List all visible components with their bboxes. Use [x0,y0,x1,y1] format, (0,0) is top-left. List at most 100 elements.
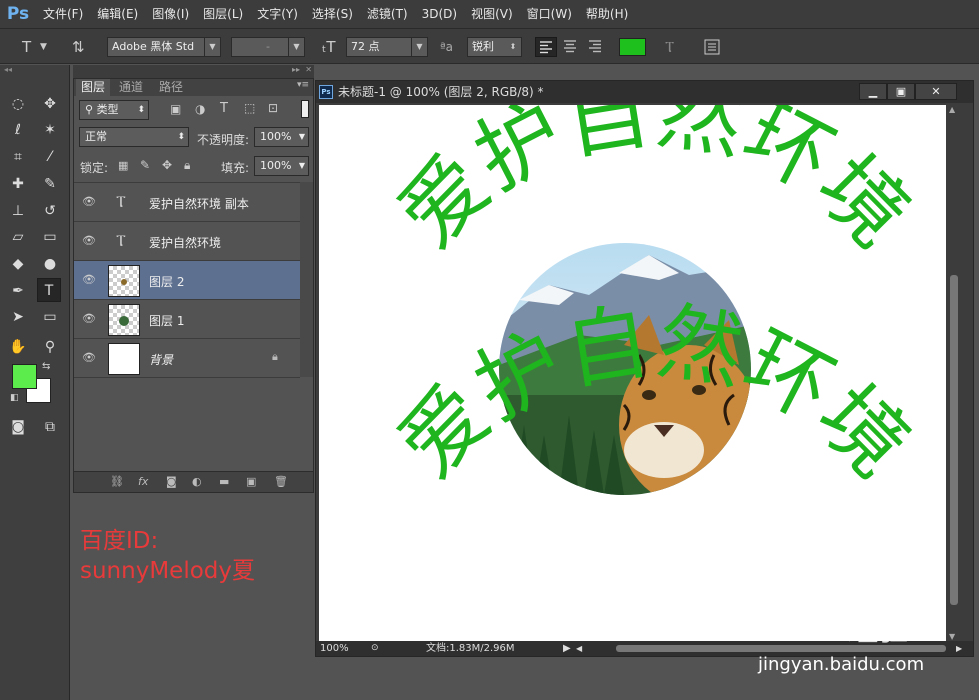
align-center-button[interactable] [560,37,582,57]
eyedropper-tool-icon[interactable]: ⁄ [38,145,62,169]
layer-row[interactable]: 👁︎ Ⲧ 爱护自然环境 副本 [74,183,300,222]
image-canvas[interactable]: 爱护自然环境 爱护自然环境 [319,105,946,641]
tab-layers[interactable]: 图层 [76,79,111,96]
layers-scrollbar[interactable] [300,182,313,377]
move-tool-icon[interactable]: ✥ [38,92,62,116]
menu-select[interactable]: 选择(S) [305,0,360,28]
lasso-tool-icon[interactable]: ℓ [6,118,30,142]
visibility-eye-icon[interactable]: 👁︎ [82,234,96,248]
lock-transparent-icon[interactable]: ▦ [118,159,128,172]
vertical-scrollbar[interactable]: ▲ ▼ [947,105,961,641]
menu-file[interactable]: 文件(F) [36,0,90,28]
brush-tool-icon[interactable]: ✎ [38,172,62,196]
text-color-swatch[interactable] [619,38,646,56]
magic-wand-tool-icon[interactable]: ✶ [38,118,62,142]
status-info-icon[interactable]: ⊙ [371,641,379,656]
eraser-tool-icon[interactable]: ▱ [6,225,30,249]
scroll-left-icon[interactable]: ◀ [576,641,582,656]
clone-stamp-tool-icon[interactable]: ⊥ [6,199,30,223]
minimize-button[interactable]: ▁ [859,83,887,100]
align-right-button[interactable] [585,37,607,57]
link-layers-icon[interactable]: ⛓ [110,475,124,488]
marquee-tool-icon[interactable]: ◌ [6,92,30,116]
zoom-tool-icon[interactable]: ⚲ [38,335,62,359]
font-family-select[interactable]: Adobe 黑体 Std ▼ [107,37,221,57]
filter-shape-icon[interactable]: ⬚ [244,101,255,115]
panel-menu-icon[interactable]: ▾≡ [297,80,309,90]
screen-mode-icon[interactable]: ⧉ [38,415,62,439]
rectangle-tool-icon[interactable]: ▭ [38,305,62,329]
close-panels-icon[interactable]: ✕ [305,65,312,74]
healing-brush-tool-icon[interactable]: ✚ [6,172,30,196]
menu-3d[interactable]: 3D(D) [415,0,464,28]
visibility-eye-icon[interactable]: 👁︎ [82,273,96,287]
zoom-level[interactable]: 100% [320,641,349,656]
layer-row[interactable]: 👁︎ 图层 1 [74,300,300,339]
filter-type-icon[interactable]: T [220,101,228,116]
menu-image[interactable]: 图像(I) [145,0,196,28]
dodge-tool-icon[interactable]: ● [38,252,62,276]
scroll-right-icon[interactable]: ▶ [956,641,962,656]
scroll-up-icon[interactable]: ▲ [949,105,955,114]
adjustment-layer-icon[interactable]: ◐ [192,475,202,488]
antialias-select[interactable]: 锐利 ⬍ [467,37,522,57]
type-tool-icon[interactable]: T [22,37,31,57]
lock-image-icon[interactable]: ✎ [140,158,150,172]
visibility-eye-icon[interactable]: 👁︎ [82,351,96,365]
pen-tool-icon[interactable]: ✒ [6,279,30,303]
menu-help[interactable]: 帮助(H) [579,0,635,28]
visibility-eye-icon[interactable]: 👁︎ [82,195,96,209]
layer-row[interactable]: 👁︎ 背景 🔒︎ [74,339,300,378]
default-colors-icon[interactable]: ◧ [10,393,19,403]
path-selection-tool-icon[interactable]: ➤ [6,305,30,329]
fill-input[interactable]: 100% ▼ [254,156,309,176]
font-style-select[interactable]: - ▼ [231,37,305,57]
layer-row-selected[interactable]: 👁︎ 图层 2 [74,261,300,300]
collapse-panels-icon[interactable]: ▸▸ [292,65,300,74]
layer-filter-select[interactable]: ⚲ 类型 ⬍ [79,100,149,120]
crop-tool-icon[interactable]: ⌗ [6,145,30,169]
menu-filter[interactable]: 滤镜(T) [360,0,415,28]
lock-position-icon[interactable]: ✥ [162,158,172,172]
new-group-icon[interactable]: ▬ [219,475,229,488]
menu-type[interactable]: 文字(Y) [250,0,305,28]
filter-adjustment-icon[interactable]: ◑ [195,102,205,116]
tab-channels[interactable]: 通道 [114,79,148,96]
toggle-orientation-icon[interactable]: ⇅ [72,37,85,57]
document-title-bar[interactable]: Ps 未标题-1 @ 100% (图层 2, RGB/8) * ▁ ▣ ✕ [316,81,973,103]
foreground-color-swatch[interactable] [12,364,37,389]
blend-mode-select[interactable]: 正常 ⬍ [79,127,189,147]
filter-pixel-icon[interactable]: ▣ [170,102,181,116]
history-brush-tool-icon[interactable]: ↺ [38,199,62,223]
new-layer-icon[interactable]: ▣ [246,475,256,488]
maximize-button[interactable]: ▣ [887,83,915,100]
close-button[interactable]: ✕ [915,83,957,100]
menu-view[interactable]: 视图(V) [464,0,520,28]
lock-all-icon[interactable]: 🔒︎ [184,158,190,173]
menu-edit[interactable]: 编辑(E) [90,0,145,28]
add-mask-icon[interactable]: ◙ [166,475,177,488]
align-left-button[interactable] [535,37,557,57]
menu-window[interactable]: 窗口(W) [520,0,579,28]
filter-toggle-switch[interactable] [301,100,309,118]
trash-icon[interactable]: 🗑︎ [274,475,288,488]
blur-tool-icon[interactable]: ◆ [6,252,30,276]
fx-icon[interactable]: fx [138,475,148,488]
warp-text-icon[interactable]: Ⲧ [665,37,674,57]
gradient-tool-icon[interactable]: ▭ [38,225,62,249]
type-tool-icon-active[interactable]: T [37,278,61,302]
visibility-eye-icon[interactable]: 👁︎ [82,312,96,326]
collapse-tools-icon[interactable]: ◂◂ [4,65,64,74]
status-menu-arrow-icon[interactable]: ▶ [563,641,571,656]
opacity-input[interactable]: 100% ▼ [254,127,309,147]
font-size-select[interactable]: 72 点 ▼ [346,37,428,57]
menu-layer[interactable]: 图层(L) [196,0,250,28]
quick-mask-icon[interactable]: ◙ [6,415,30,439]
tab-paths[interactable]: 路径 [154,79,188,96]
scroll-thumb[interactable] [950,275,958,605]
filter-smart-object-icon[interactable]: ⊡ [268,101,278,115]
hand-tool-icon[interactable]: ✋ [6,335,30,359]
swap-colors-icon[interactable]: ⇆ [42,361,50,372]
tool-preset-dropdown-icon[interactable]: ▼ [40,37,47,57]
layer-row[interactable]: 👁︎ Ⲧ 爱护自然环境 [74,222,300,261]
